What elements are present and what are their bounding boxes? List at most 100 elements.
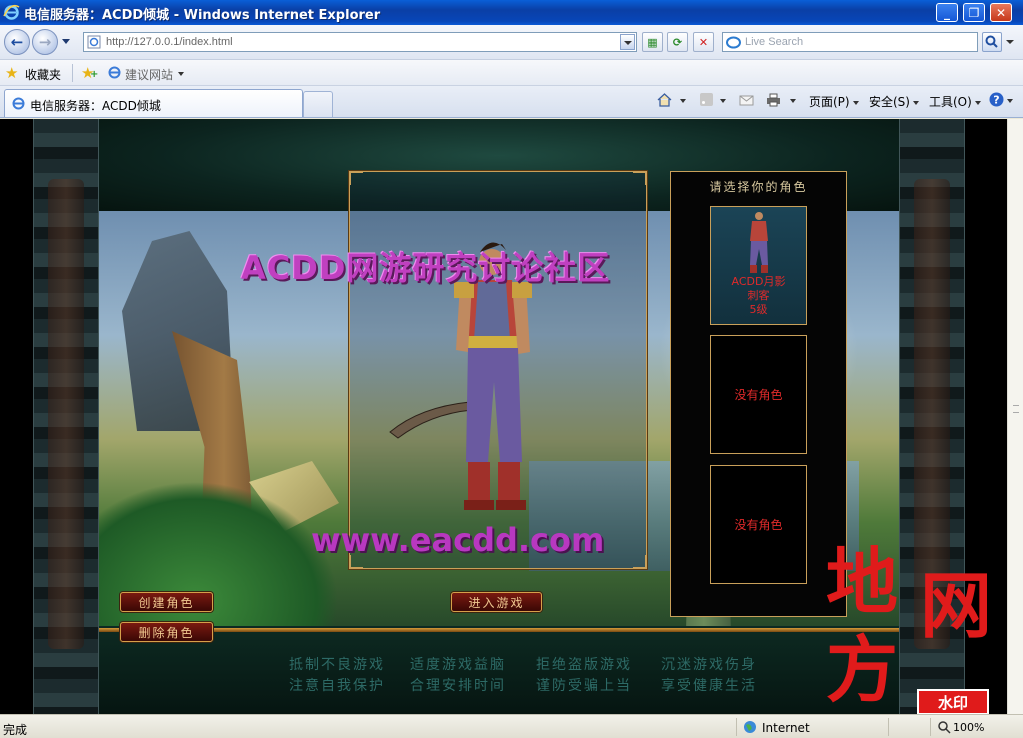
page-icon [87,35,101,49]
game-login-screen: ACDD网游研究讨论社区 www.eacdd.com 请选择你的角色 ACDD月… [33,119,965,714]
page-menu-label: 页面(P) [809,95,850,109]
character-slot-2[interactable]: 没有角色 [710,335,807,454]
empty-slot-label: 没有角色 [734,518,783,532]
frame-corner [633,555,647,569]
protected-mode-indicator[interactable] [888,718,918,736]
address-dropdown-button[interactable] [620,34,635,50]
ie-logo-icon [3,4,20,20]
site-watermark-char: 地 [826,539,899,624]
window-titlebar: 电信服务器：ACDD倾城 - Windows Internet Explorer… [0,0,1023,25]
slogan-text: 抵制不良游戏 [289,657,385,673]
feeds-dropdown[interactable] [720,99,726,103]
slogan-text: 谨防受骗上当 [536,678,632,694]
feeds-icon[interactable] [698,91,715,108]
minimize-button[interactable]: _ [936,3,958,22]
character-select-panel: 请选择你的角色 ACDD月影 刺客 5级 没有角色 没有角色 [670,171,847,617]
tab-bar: 电信服务器：ACDD倾城 页面(P) 安全(S) 工具(O) ? [0,86,1023,118]
scrollbar-grip[interactable] [1013,405,1019,413]
print-icon[interactable] [765,91,782,108]
community-banner-text: ACDD网游研究讨论社区 [241,249,611,287]
gold-divider [99,628,899,632]
tab-current[interactable]: 电信服务器：ACDD倾城 [4,89,303,117]
search-button[interactable] [982,32,1002,52]
tab-page-icon [12,97,25,110]
refresh-icon: ⟳ [672,35,683,49]
security-zone[interactable]: Internet [736,718,886,736]
live-search-icon [726,36,741,49]
status-text: 完成 [3,723,28,737]
tab-label: 电信服务器：ACDD倾城 [30,99,161,113]
site-watermark-char: 网 [920,563,993,648]
character-class: 刺客 [747,289,770,302]
recent-pages-dropdown[interactable] [62,39,70,44]
back-button[interactable]: ← [4,29,30,55]
create-character-button[interactable]: 创建角色 [120,592,213,612]
frame-corner [349,171,363,185]
status-bar: 完成 Internet 100% [0,714,1023,738]
site-watermark-char: 方 [826,627,899,712]
suggested-sites-link[interactable]: 建议网站 [125,66,173,83]
website-url-text: www.eacdd.com [311,521,605,559]
favorites-button[interactable]: 收藏夹 [25,66,61,83]
site-watermark-badge: 水印 [917,689,989,715]
search-placeholder: Live Search [745,36,804,48]
home-dropdown[interactable] [680,99,686,103]
slogan-text: 适度游戏益脑 [410,657,506,673]
empty-slot-label: 没有角色 [734,388,783,402]
vertical-scrollbar[interactable] [1007,119,1023,714]
delete-character-button[interactable]: 删除角色 [120,622,213,642]
zoom-level: 100% [953,721,985,734]
page-viewport: ACDD网游研究讨论社区 www.eacdd.com 请选择你的角色 ACDD月… [0,119,1007,714]
suggested-sites-dropdown[interactable] [178,72,184,76]
character-preview-frame [348,170,648,570]
mail-icon[interactable] [738,91,755,108]
chevron-down-icon [974,100,981,105]
left-pillar-decoration [33,119,99,714]
character-name: ACDD月影 [731,275,786,288]
chevron-down-icon [852,100,859,105]
enter-game-button[interactable]: 进入游戏 [451,592,542,612]
character-select-title: 请选择你的角色 [709,180,808,194]
safety-menu-label: 安全(S) [869,95,910,109]
slogan-text: 合理安排时间 [410,678,506,694]
frame-corner [633,171,647,185]
zoom-icon [938,721,951,734]
safety-menu[interactable]: 安全(S) [869,93,919,110]
refresh-button[interactable]: ⟳ [667,32,688,52]
address-url[interactable]: http://127.0.0.1/index.html [106,36,233,48]
compatibility-view-button[interactable]: ▦ [642,32,663,52]
home-icon[interactable] [656,91,673,108]
slogan-text: 拒绝盗版游戏 [536,657,632,673]
tools-menu-label: 工具(O) [929,95,972,109]
slogan-text: 注意自我保护 [289,678,385,694]
close-button[interactable]: ✕ [990,3,1012,22]
search-input[interactable]: Live Search [722,32,978,52]
stop-icon: ✕ [698,35,709,49]
tools-menu[interactable]: 工具(O) [929,93,981,110]
address-bar[interactable]: http://127.0.0.1/index.html [83,32,637,52]
svg-text:?: ? [993,94,999,107]
add-to-favorites-icon[interactable]: ★ [81,64,99,82]
new-tab-button[interactable] [303,91,333,117]
slogan-text: 沉迷游戏伤身 [661,657,757,673]
character-slot-3[interactable]: 没有角色 [710,465,807,584]
maximize-button[interactable]: ❐ [963,3,985,22]
navigation-bar: ← → http://127.0.0.1/index.html ▦ ⟳ ✕ Li… [0,25,1023,60]
help-icon[interactable]: ? [988,91,1005,108]
slogan-text: 享受健康生活 [661,678,757,694]
stop-button[interactable]: ✕ [693,32,714,52]
character-level: 5级 [749,303,768,316]
zoom-control[interactable]: 100% [930,718,1010,736]
suggested-sites-icon [108,66,121,79]
toolbar-divider [72,64,73,82]
forward-button[interactable]: → [32,29,58,55]
search-options-dropdown[interactable] [1004,32,1016,52]
compat-icon: ▦ [647,35,658,49]
help-dropdown[interactable] [1007,99,1013,103]
arrow-right-icon: → [38,33,52,51]
favorites-bar: ★ 收藏夹 ★ 建议网站 [0,60,1023,86]
print-dropdown[interactable] [790,99,796,103]
page-menu[interactable]: 页面(P) [809,93,859,110]
character-slot-1[interactable]: ACDD月影 刺客 5级 [710,206,807,325]
favorites-star-icon[interactable]: ★ [5,64,18,82]
